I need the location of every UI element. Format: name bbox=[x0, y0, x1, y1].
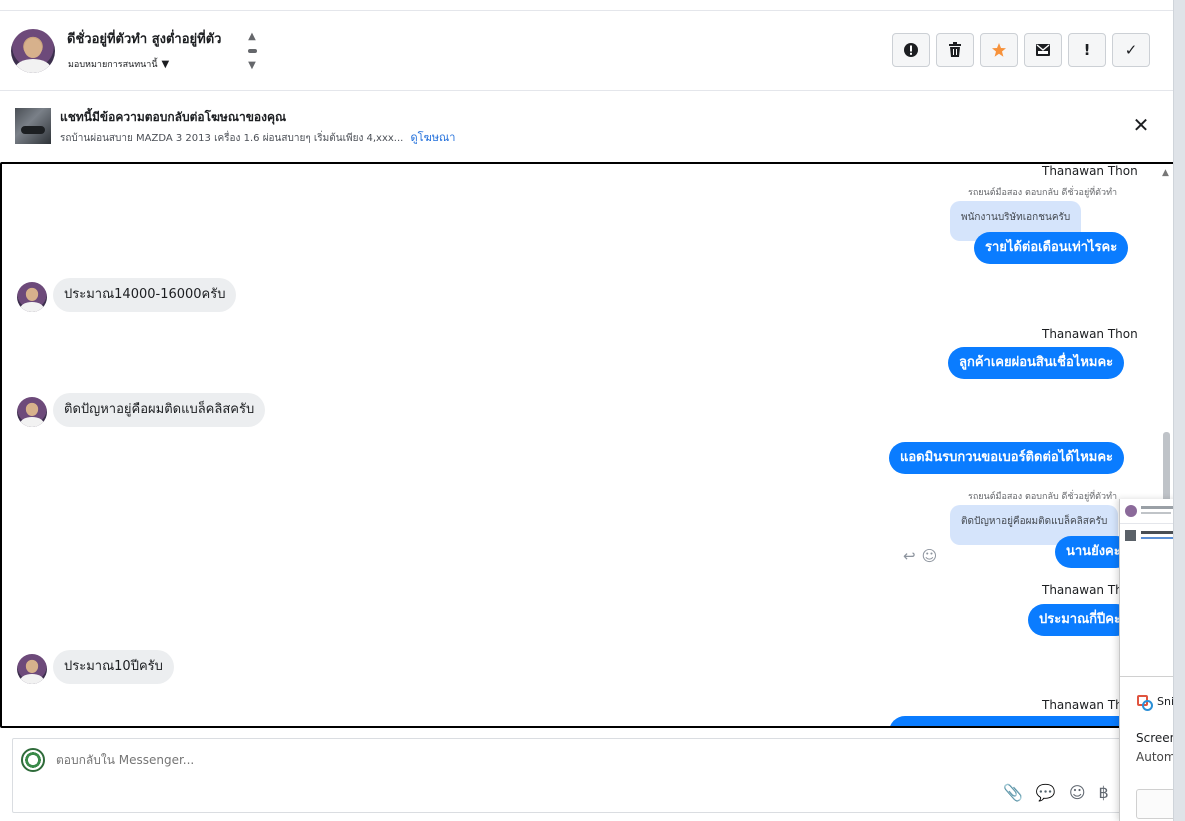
sender-name: Thanawan Thon bbox=[1042, 164, 1138, 178]
check-icon: ✓ bbox=[1124, 41, 1138, 59]
reply-icon[interactable]: ↩ bbox=[903, 547, 916, 565]
avatar-face bbox=[26, 288, 38, 301]
reply-composer: 📎 💬 ☺ ฿ bbox=[12, 738, 1173, 813]
ad-banner-title: แชทนี้มีข้อความตอบกลับต่อโฆษณาของคุณ bbox=[60, 110, 287, 124]
reply-context-label: รถยนต์มือสอง ตอบกลับ ดีชั่วอยู่ที่ตัวทำ bbox=[968, 188, 1118, 198]
contact-avatar-small[interactable] bbox=[17, 397, 47, 427]
mark-done-button[interactable]: ✓ bbox=[1112, 33, 1150, 67]
delete-button[interactable] bbox=[936, 33, 974, 67]
baht-payment-icon[interactable]: ฿ bbox=[1099, 783, 1109, 802]
outgoing-message[interactable]: ประมาณกี่ปีคะ bbox=[1028, 604, 1132, 636]
incoming-message[interactable]: ติดปัญหาอยู่คือผมติดแบล็คลิสครับ bbox=[53, 393, 266, 427]
assign-label: มอบหมายการสนทนานี้ bbox=[68, 60, 158, 70]
report-spam-button[interactable] bbox=[892, 33, 930, 67]
star-icon bbox=[992, 43, 1006, 57]
ad-description: รถบ้านผ่อนสบาย MAZDA 3 2013 เครื่อง 1.6 … bbox=[60, 133, 404, 144]
outgoing-message[interactable]: ลูกค้าเคยผ่อนสินเชื่อไหมคะ bbox=[948, 347, 1125, 379]
ad-thumbnail[interactable] bbox=[15, 108, 51, 144]
avatar-shirt bbox=[20, 302, 44, 312]
caret-down-icon: ▼ bbox=[161, 58, 170, 70]
saved-replies-icon[interactable]: 💬 bbox=[1036, 783, 1056, 802]
incoming-message[interactable]: ประมาณ14000-16000ครับ bbox=[53, 278, 237, 312]
message-hover-tools: ↩ ☺ bbox=[903, 547, 937, 565]
contact-avatar-small[interactable] bbox=[17, 654, 47, 684]
report-icon bbox=[904, 43, 918, 57]
window-edge-scrollbar[interactable] bbox=[1173, 0, 1185, 821]
emoji-icon[interactable]: ☺ bbox=[1069, 783, 1086, 802]
contact-name[interactable]: ดีชั่วอยู่ที่ตัวทำ สูงต่ำอยู่ที่ตัว bbox=[67, 28, 221, 49]
arrow-up-icon[interactable]: ▲ bbox=[248, 31, 256, 42]
view-ad-link[interactable]: ดูโฆษณา bbox=[411, 131, 456, 144]
drag-handle-icon bbox=[247, 49, 257, 53]
trash-icon bbox=[949, 42, 961, 57]
outgoing-message[interactable]: แอดมินรบกวนขอเบอร์ติดต่อได้ไหมคะ bbox=[889, 442, 1125, 474]
avatar-face bbox=[26, 660, 38, 673]
exclamation-icon: ! bbox=[1083, 41, 1091, 59]
mark-follow-up-button[interactable]: ! bbox=[1068, 33, 1106, 67]
avatar-shirt bbox=[20, 674, 44, 684]
edge-border bbox=[1173, 0, 1185, 821]
avatar-shirt bbox=[15, 59, 51, 73]
star-button[interactable] bbox=[980, 33, 1018, 67]
snipping-tool-icon bbox=[1136, 694, 1153, 711]
react-emoji-icon[interactable]: ☺ bbox=[922, 547, 938, 565]
archive-mail-icon bbox=[1036, 44, 1050, 56]
reply-input[interactable] bbox=[56, 753, 956, 767]
avatar-face bbox=[24, 38, 42, 58]
attachment-icon[interactable]: 📎 bbox=[1003, 783, 1023, 802]
contact-avatar-small[interactable] bbox=[17, 282, 47, 312]
close-icon: ✕ bbox=[1132, 113, 1150, 137]
contact-avatar[interactable] bbox=[11, 29, 55, 73]
close-banner-button[interactable]: ✕ bbox=[1131, 115, 1151, 135]
avatar-face bbox=[26, 403, 38, 416]
conversation-actions: ! ✓ bbox=[892, 33, 1150, 67]
move-to-done-mail-button[interactable] bbox=[1024, 33, 1062, 67]
sender-name: Thanawan Thon bbox=[1042, 327, 1138, 341]
preview-avatar bbox=[1125, 505, 1137, 517]
preview-line bbox=[1141, 512, 1171, 514]
ad-reply-banner: แชทนี้มีข้อความตอบกลับต่อโฆษณาของคุณ รถบ… bbox=[0, 91, 1173, 161]
outgoing-message[interactable]: รายได้ต่อเดือนเท่าไรคะ bbox=[974, 232, 1129, 264]
reply-context-label: รถยนต์มือสอง ตอบกลับ ดีชั่วอยู่ที่ตัวทำ bbox=[968, 492, 1118, 502]
preview-thumb bbox=[1125, 530, 1136, 541]
message-thread[interactable]: Thanawan Thon รถยนต์มือสอง ตอบกลับ ดีชั่… bbox=[0, 162, 1175, 728]
avatar-shirt bbox=[20, 417, 44, 427]
scroll-up-icon[interactable]: ▲ bbox=[1162, 168, 1169, 178]
ad-description-line: รถบ้านผ่อนสบาย MAZDA 3 2013 เครื่อง 1.6 … bbox=[60, 128, 455, 146]
messenger-inbox-window: ดีชั่วอยู่ที่ตัวทำ สูงต่ำอยู่ที่ตัว มอบห… bbox=[0, 0, 1185, 821]
composer-tools: 📎 💬 ☺ ฿ bbox=[1003, 783, 1109, 802]
arrow-down-icon[interactable]: ▼ bbox=[248, 60, 256, 71]
page-avatar bbox=[21, 748, 45, 772]
outgoing-message-partial[interactable] bbox=[889, 716, 1149, 726]
conversation-navigator[interactable]: ▲ ▼ bbox=[246, 31, 258, 71]
assign-conversation-dropdown[interactable]: มอบหมายการสนทนานี้ ▼ bbox=[68, 57, 169, 71]
conversation-header: ดีชั่วอยู่ที่ตัวทำ สูงต่ำอยู่ที่ตัว มอบห… bbox=[0, 11, 1173, 91]
incoming-message[interactable]: ประมาณ10ปีครับ bbox=[53, 650, 174, 684]
